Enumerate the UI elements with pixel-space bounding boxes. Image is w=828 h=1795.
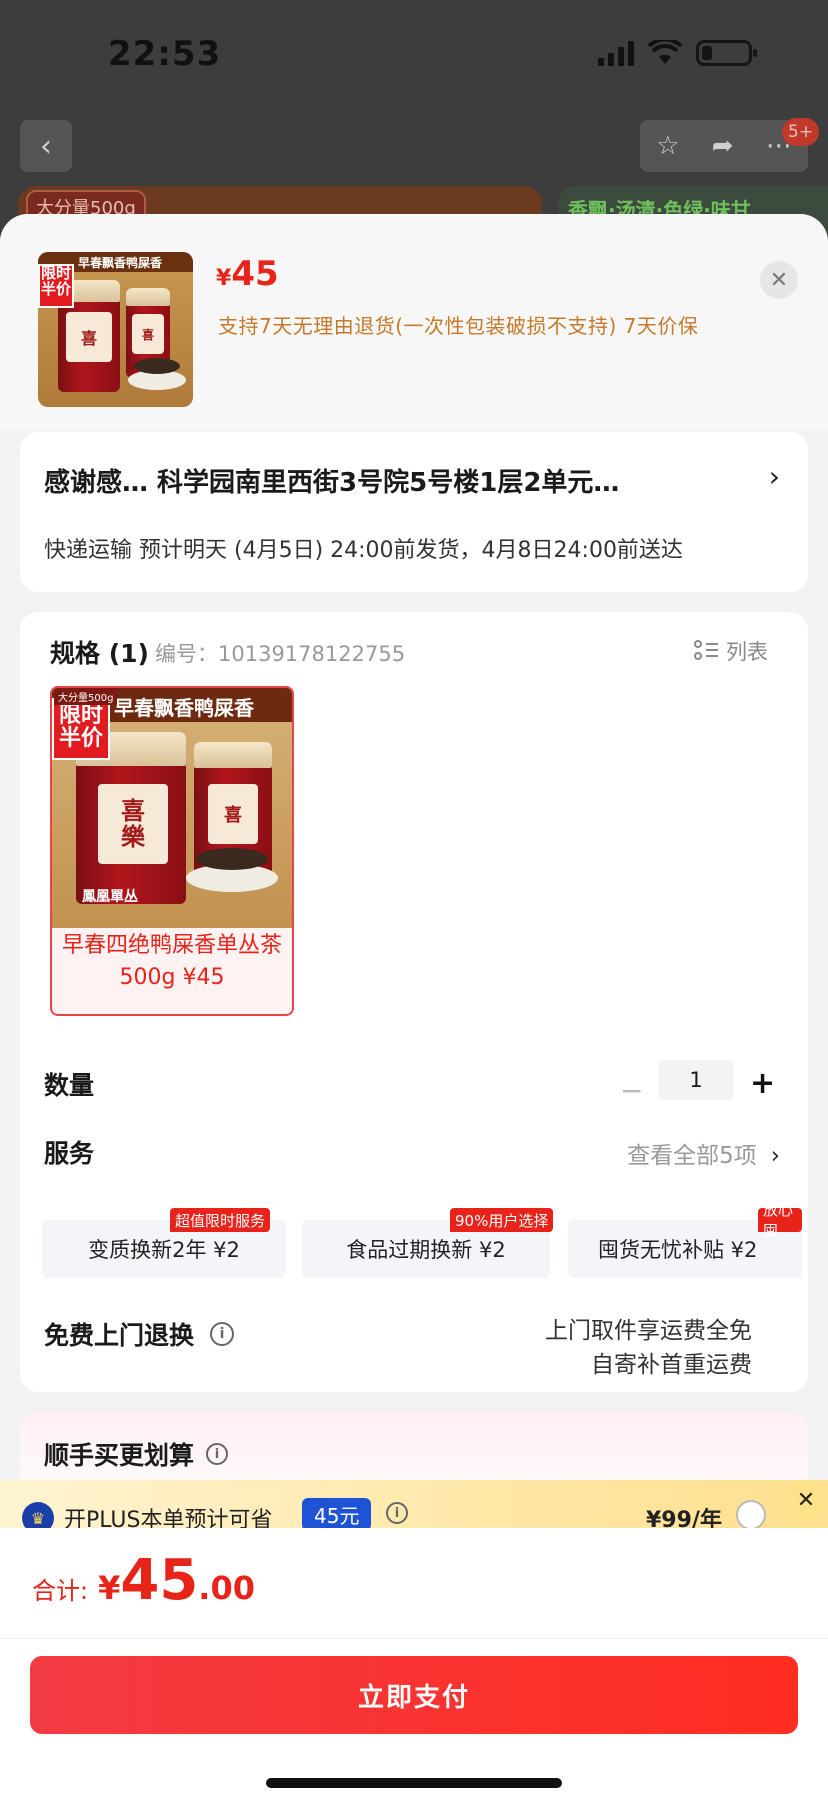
plus-radio[interactable] <box>736 1500 766 1530</box>
watermark: ktcking <box>346 846 448 876</box>
options-card: 规格 (1) 编号：10139178122755 列表 早春飘香鸭屎香 喜樂 喜… <box>20 612 808 1392</box>
quantity-decrement-button[interactable]: − <box>620 1074 643 1107</box>
purchase-sheet: 早春飘香鸭屎香 喜 喜 限时 半价 ¥45 支持7天无理由退货(一次性包装破损不支… <box>0 214 828 1795</box>
header-price: ¥45 <box>216 254 279 294</box>
chevron-right-icon: › <box>770 1143 780 1169</box>
star-icon[interactable]: ☆ <box>656 131 679 161</box>
sku-brand-text: 鳳凰單丛 <box>82 889 138 905</box>
sku-promo-badge: 限时 半价 <box>52 698 110 760</box>
upsell-title: 顺手买更划算 i <box>44 1436 229 1472</box>
status-icons <box>598 40 757 66</box>
chevron-right-icon: › <box>768 460 780 493</box>
thumb-promo-badge: 限时 半价 <box>38 264 74 308</box>
service-tag: 90%用户选择 <box>450 1208 554 1232</box>
home-indicator[interactable] <box>266 1778 562 1788</box>
product-thumbnail: 早春飘香鸭屎香 喜 喜 限时 半价 <box>38 252 193 407</box>
free-return-label: 免费上门退换 i <box>44 1316 235 1352</box>
free-return-detail: 上门取件享运费全免 自寄补首重运费 <box>545 1318 752 1378</box>
info-icon[interactable]: i <box>386 1502 408 1524</box>
close-icon[interactable]: ✕ <box>760 261 798 299</box>
quantity-label: 数量 <box>44 1071 95 1100</box>
service-options: 变质换新2年 ¥2 超值限时服务 食品过期换新 ¥2 90%用户选择 囤货无忧补… <box>42 1208 802 1278</box>
info-icon[interactable]: i <box>206 1443 229 1465</box>
list-icon <box>694 640 718 662</box>
service-tag: 放心囤 <box>758 1208 802 1240</box>
message-badge: 5+ <box>782 118 820 146</box>
view-all-services[interactable]: 查看全部5项 › <box>627 1136 780 1170</box>
back-button[interactable]: ‹ <box>20 120 72 172</box>
shipping-estimate: 快递运输 预计明天 (4月5日) 24:00前发货，4月8日24:00前送达 <box>44 538 683 563</box>
order-total: 合计: ¥ 45 .00 <box>32 1548 255 1613</box>
cellular-signal-icon <box>598 40 634 66</box>
plus-saving: 45元 <box>302 1498 372 1531</box>
checkout-bar: 合计: ¥ 45 .00 立即支付 <box>0 1528 828 1795</box>
address-card[interactable]: 感谢感… 科学园南里西街3号院5号楼1层2单元… › 快递运输 预计明天 (4月… <box>20 432 808 592</box>
sku-image: 早春飘香鸭屎香 喜樂 喜 鳳凰單丛 限时 半价 大分量500g <box>52 688 292 928</box>
wifi-icon <box>648 40 682 64</box>
sku-tin-text: 喜樂 <box>98 784 168 864</box>
sku-option[interactable]: 早春飘香鸭屎香 喜樂 喜 鳳凰單丛 限时 半价 大分量500g 早春四绝鸭屎香单丛… <box>50 686 294 1016</box>
product-code: 编号：10139178122755 <box>155 642 406 666</box>
divider <box>0 1638 828 1639</box>
list-view-toggle[interactable]: 列表 <box>694 636 768 666</box>
service-label: 服务 <box>44 1139 95 1168</box>
delivery-address: 感谢感… 科学园南里西街3号院5号楼1层2单元… <box>44 468 620 498</box>
list-view-label: 列表 <box>726 640 768 664</box>
spec-title: 规格 (1) <box>50 639 149 668</box>
sku-tag: 大分量500g <box>54 688 118 705</box>
sheet-header: 早春飘香鸭屎香 喜 喜 限时 半价 ¥45 支持7天无理由退货(一次性包装破损不支… <box>0 214 828 430</box>
battery-icon <box>696 40 757 66</box>
quantity-increment-button[interactable]: + <box>750 1066 775 1101</box>
pay-now-button[interactable]: 立即支付 <box>30 1656 798 1734</box>
service-tag: 超值限时服务 <box>170 1208 271 1232</box>
return-policy: 支持7天无理由退货(一次性包装破损不支持) 7天价保 <box>218 314 699 338</box>
quantity-input[interactable]: 1 <box>658 1060 734 1100</box>
info-icon[interactable]: i <box>210 1322 235 1346</box>
status-time: 22:53 <box>108 34 222 74</box>
share-icon[interactable]: ➦ <box>712 131 734 161</box>
sku-label: 早春四绝鸭屎香单丛茶500g ¥45 <box>61 933 282 990</box>
close-icon[interactable]: ✕ <box>786 1480 826 1520</box>
